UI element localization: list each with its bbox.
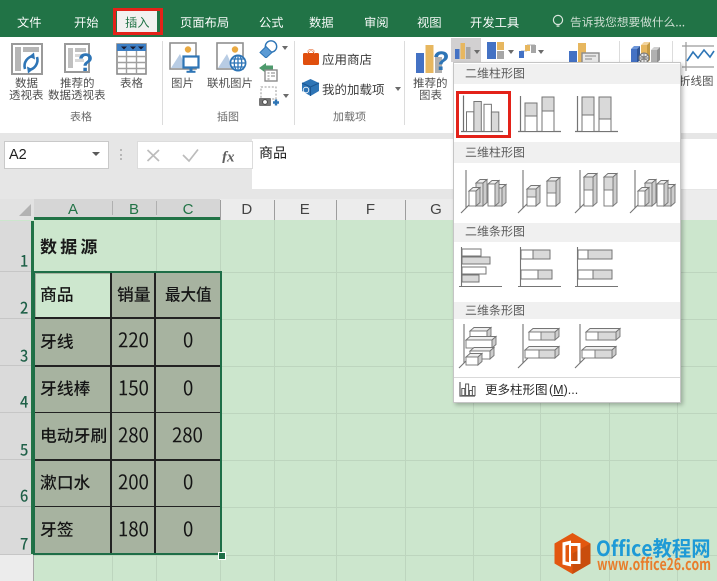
svg-text:?: ? xyxy=(433,46,449,74)
svg-text:?: ? xyxy=(78,49,93,75)
svg-text:fx: fx xyxy=(222,150,235,164)
